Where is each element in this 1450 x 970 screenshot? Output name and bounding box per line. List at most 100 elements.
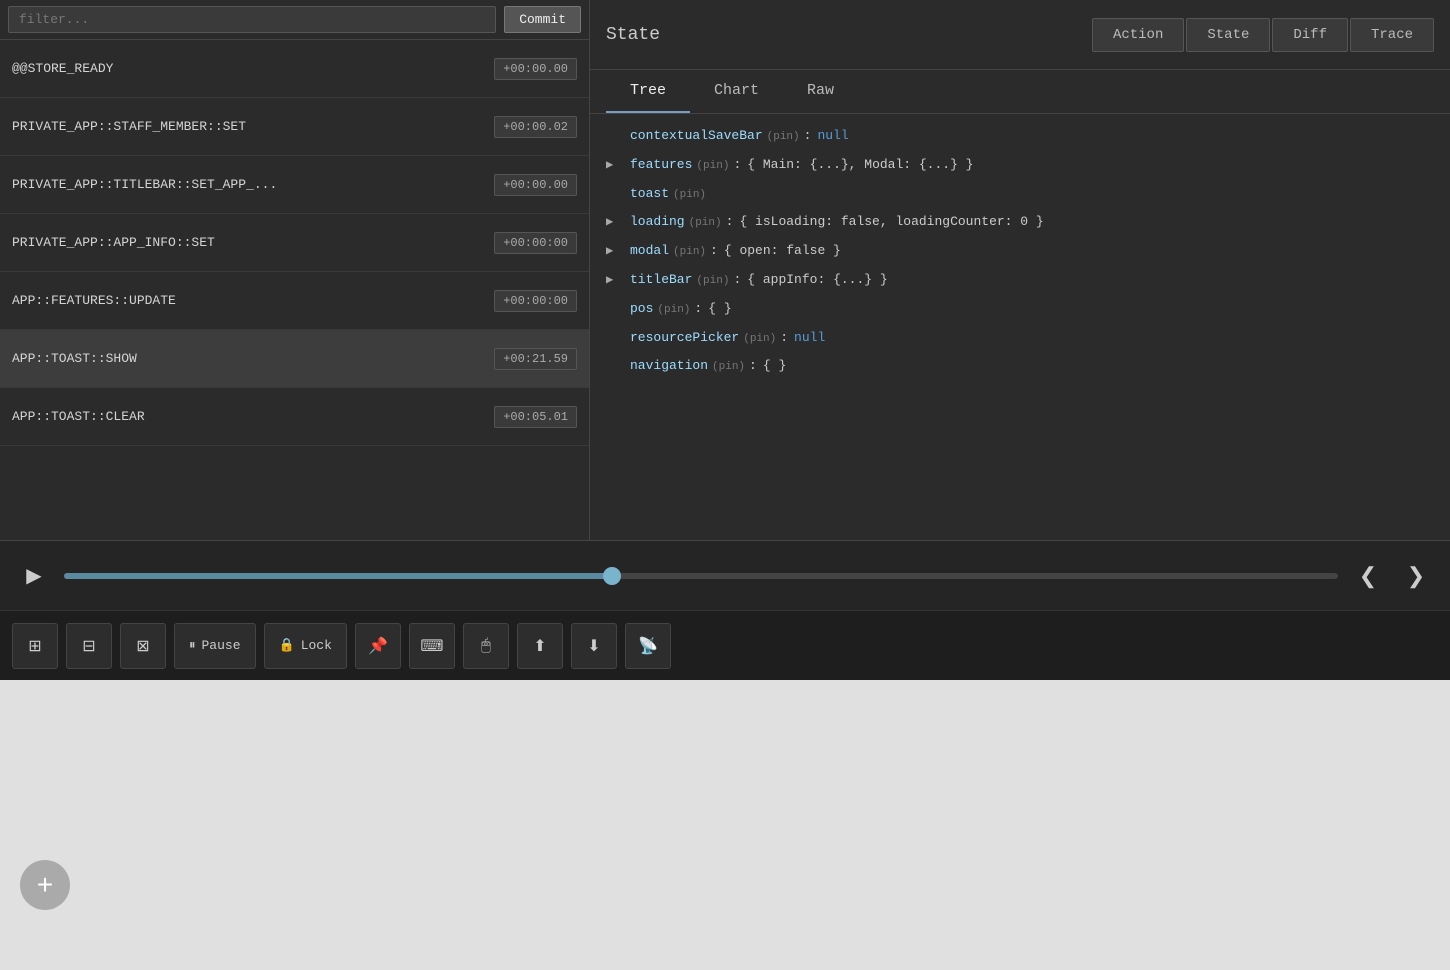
- pause-label: Pause: [202, 638, 241, 653]
- add-button[interactable]: +: [20, 860, 70, 910]
- play-button[interactable]: ▶: [16, 558, 52, 594]
- action-item[interactable]: APP::FEATURES::UPDATE +00:00:00: [0, 272, 589, 330]
- state-key: resourcePicker: [630, 328, 739, 349]
- pause-icon: ⏸: [189, 638, 196, 653]
- download-icon: ⬇: [587, 636, 600, 656]
- left-panel: Commit @@STORE_READY +00:00.00 PRIVATE_A…: [0, 0, 590, 540]
- sub-tab-raw[interactable]: Raw: [783, 70, 858, 113]
- prev-button[interactable]: ❮: [1350, 558, 1386, 594]
- toolbar-grid2-button[interactable]: ⊟: [66, 623, 112, 669]
- state-line: navigation(pin):{ }: [606, 352, 1434, 381]
- action-time: +00:00.00: [494, 174, 577, 196]
- signal-button[interactable]: 📡: [625, 623, 671, 669]
- action-item[interactable]: APP::TOAST::SHOW +00:21.59: [0, 330, 589, 388]
- bottom-toolbar: ⊞ ⊟ ⊠ ⏸ Pause 🔒 Lock 📌 ⌨ 🖱 ⬆ ⬇: [0, 610, 1450, 680]
- action-name: PRIVATE_APP::APP_INFO::SET: [12, 235, 494, 250]
- state-header: State ActionStateDiffTrace: [590, 0, 1450, 70]
- state-value: { open: false }: [724, 241, 841, 262]
- pin-button[interactable]: 📌: [355, 623, 401, 669]
- filter-input[interactable]: [8, 6, 496, 33]
- state-value: null: [817, 126, 848, 147]
- action-item[interactable]: PRIVATE_APP::STAFF_MEMBER::SET +00:00.02: [0, 98, 589, 156]
- commit-button[interactable]: Commit: [504, 6, 581, 33]
- action-time: +00:00:00: [494, 232, 577, 254]
- state-line: toast(pin): [606, 180, 1434, 209]
- sub-tab-tree[interactable]: Tree: [606, 70, 690, 113]
- state-key: features: [630, 155, 692, 176]
- expand-arrow[interactable]: ▶: [606, 213, 622, 232]
- state-value: { isLoading: false, loadingCounter: 0 }: [739, 212, 1043, 233]
- signal-icon: 📡: [638, 636, 658, 656]
- action-name: PRIVATE_APP::STAFF_MEMBER::SET: [12, 119, 494, 134]
- state-line: contextualSaveBar(pin):null: [606, 122, 1434, 151]
- top-area: Commit @@STORE_READY +00:00.00 PRIVATE_A…: [0, 0, 1450, 540]
- state-value: { Main: {...}, Modal: {...} }: [747, 155, 973, 176]
- timeline-thumb[interactable]: [603, 567, 621, 585]
- state-line: ▶titleBar(pin):{ appInfo: {...} }: [606, 266, 1434, 295]
- expand-arrow[interactable]: ▶: [606, 242, 622, 261]
- action-time: +00:21.59: [494, 348, 577, 370]
- grid1-icon: ⊞: [28, 636, 41, 656]
- action-item[interactable]: PRIVATE_APP::TITLEBAR::SET_APP_... +00:0…: [0, 156, 589, 214]
- pause-button[interactable]: ⏸ Pause: [174, 623, 256, 669]
- next-button[interactable]: ❯: [1398, 558, 1434, 594]
- filter-bar: Commit: [0, 0, 589, 40]
- sub-tab-chart[interactable]: Chart: [690, 70, 783, 113]
- action-item[interactable]: APP::TOAST::CLEAR +00:05.01: [0, 388, 589, 446]
- action-name: PRIVATE_APP::TITLEBAR::SET_APP_...: [12, 177, 494, 192]
- lock-button[interactable]: 🔒 Lock: [264, 623, 347, 669]
- state-key: titleBar: [630, 270, 692, 291]
- upload-button[interactable]: ⬆: [517, 623, 563, 669]
- bottom-area: +: [0, 680, 1450, 970]
- state-value: { }: [763, 356, 786, 377]
- keyboard-icon: ⌨: [420, 636, 443, 656]
- state-line: resourcePicker(pin):null: [606, 324, 1434, 353]
- tab-buttons: ActionStateDiffTrace: [1092, 18, 1434, 52]
- toolbar-grid3-button[interactable]: ⊠: [120, 623, 166, 669]
- expand-arrow[interactable]: ▶: [606, 271, 622, 290]
- state-panel-title: State: [606, 25, 660, 45]
- state-line: ▶features(pin):{ Main: {...}, Modal: {..…: [606, 151, 1434, 180]
- action-item[interactable]: PRIVATE_APP::APP_INFO::SET +00:00:00: [0, 214, 589, 272]
- state-value: { appInfo: {...} }: [747, 270, 887, 291]
- lock-label: Lock: [301, 638, 332, 653]
- action-name: APP::TOAST::SHOW: [12, 351, 494, 366]
- state-pin: (pin): [696, 158, 729, 176]
- mouse-icon: 🖱: [481, 637, 491, 655]
- action-time: +00:00:00: [494, 290, 577, 312]
- devtools-panel: Commit @@STORE_READY +00:00.00 PRIVATE_A…: [0, 0, 1450, 680]
- toolbar-grid1-button[interactable]: ⊞: [12, 623, 58, 669]
- tab-trace-button[interactable]: Trace: [1350, 18, 1434, 52]
- state-key: pos: [630, 299, 653, 320]
- keyboard-button[interactable]: ⌨: [409, 623, 455, 669]
- state-key: toast: [630, 184, 669, 205]
- timeline-track[interactable]: [64, 573, 1338, 579]
- sub-tabs: TreeChartRaw: [590, 70, 1450, 114]
- state-value: { }: [708, 299, 731, 320]
- timeline-fill: [64, 573, 612, 579]
- state-value: null: [794, 328, 825, 349]
- playback-bar: ▶ ❮ ❯: [0, 540, 1450, 610]
- tab-action-button[interactable]: Action: [1092, 18, 1184, 52]
- mouse-button[interactable]: 🖱: [463, 623, 509, 669]
- right-panel: State ActionStateDiffTrace TreeChartRaw …: [590, 0, 1450, 540]
- action-list: @@STORE_READY +00:00.00 PRIVATE_APP::STA…: [0, 40, 589, 540]
- state-line: ▶loading(pin):{ isLoading: false, loadin…: [606, 208, 1434, 237]
- state-key: modal: [630, 241, 669, 262]
- action-time: +00:00.00: [494, 58, 577, 80]
- state-line: ▶modal(pin):{ open: false }: [606, 237, 1434, 266]
- add-icon: +: [37, 869, 53, 901]
- tab-diff-button[interactable]: Diff: [1272, 18, 1348, 52]
- tab-state-button[interactable]: State: [1186, 18, 1270, 52]
- state-key: loading: [630, 212, 685, 233]
- state-pin: (pin): [673, 244, 706, 262]
- state-pin: (pin): [657, 302, 690, 320]
- state-key: contextualSaveBar: [630, 126, 763, 147]
- expand-arrow[interactable]: ▶: [606, 156, 622, 175]
- grid2-icon: ⊟: [82, 636, 95, 656]
- action-item[interactable]: @@STORE_READY +00:00.00: [0, 40, 589, 98]
- pin-icon: 📌: [368, 636, 388, 656]
- state-line: pos(pin):{ }: [606, 295, 1434, 324]
- action-time: +00:00.02: [494, 116, 577, 138]
- download-button[interactable]: ⬇: [571, 623, 617, 669]
